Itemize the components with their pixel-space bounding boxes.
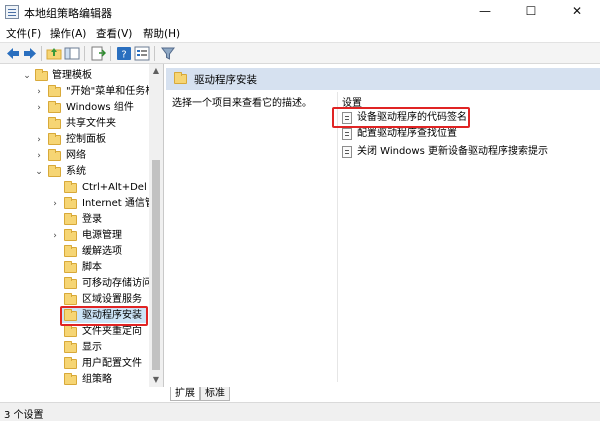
tree-item-admin-templates[interactable]: ⌄ 管理模板 bbox=[0, 68, 150, 84]
tree-item-internet-comm[interactable]: › Internet 通信管理 bbox=[0, 196, 163, 212]
folder-icon bbox=[48, 165, 61, 177]
view-tabs: 扩展 标准 bbox=[166, 387, 600, 402]
toolbar-separator bbox=[110, 46, 111, 61]
tree-item-logon[interactable]: 登录 bbox=[0, 212, 150, 228]
tab-extended[interactable]: 扩展 bbox=[170, 387, 200, 401]
setting-row[interactable]: 配置驱动程序查找位置 bbox=[342, 126, 592, 142]
close-button[interactable]: ✕ bbox=[554, 0, 600, 24]
details-header-title: 驱动程序安装 bbox=[194, 74, 257, 86]
tree-item-control-panel[interactable]: › 控制面板 bbox=[0, 132, 150, 148]
window-title: 本地组策略编辑器 bbox=[24, 7, 112, 20]
folder-icon bbox=[174, 72, 187, 84]
status-bar: 3 个设置 bbox=[0, 402, 600, 421]
tree-item-ctrl-alt-del[interactable]: Ctrl+Alt+Del 选项 bbox=[0, 180, 163, 196]
title-bar: 本地组策略编辑器 — ☐ ✕ bbox=[0, 0, 600, 24]
setting-row[interactable]: 关闭 Windows 更新设备驱动程序搜索提示 bbox=[342, 144, 592, 160]
folder-icon bbox=[48, 149, 61, 161]
up-folder-icon[interactable] bbox=[46, 46, 62, 61]
properties-icon[interactable] bbox=[134, 46, 150, 61]
tree-item-folder-redirection[interactable]: 文件夹重定向 bbox=[0, 324, 150, 340]
filter-icon[interactable] bbox=[160, 46, 176, 61]
back-icon[interactable] bbox=[5, 46, 21, 61]
folder-icon bbox=[64, 325, 77, 337]
menu-help[interactable]: 帮助(H) bbox=[143, 26, 180, 41]
menu-bar: 文件(F) 操作(A) 查看(V) 帮助(H) bbox=[0, 24, 600, 42]
scroll-up-arrow-icon[interactable]: ▲ bbox=[149, 64, 163, 78]
maximize-button[interactable]: ☐ bbox=[508, 0, 554, 24]
show-hide-tree-icon[interactable] bbox=[64, 46, 80, 61]
folder-icon bbox=[64, 357, 77, 369]
folder-icon bbox=[35, 69, 48, 81]
scroll-down-arrow-icon[interactable]: ▼ bbox=[149, 373, 163, 387]
toolbar-separator bbox=[154, 46, 155, 61]
folder-icon bbox=[64, 277, 77, 289]
pane-divider bbox=[337, 92, 338, 382]
folder-icon bbox=[64, 373, 77, 385]
folder-icon bbox=[48, 85, 61, 97]
tree-item-start-menu[interactable]: › "开始"菜单和任务栏 bbox=[0, 84, 155, 100]
help-icon[interactable]: ? bbox=[116, 46, 132, 61]
folder-icon bbox=[64, 197, 77, 209]
folder-icon bbox=[48, 101, 61, 113]
tree-pane: ⌄ 管理模板 › "开始"菜单和任务栏 › Windows 组件 共享文件夹 ›… bbox=[0, 64, 164, 387]
toolbar-separator bbox=[84, 46, 85, 61]
policy-setting-icon bbox=[342, 128, 352, 140]
tree-item-power[interactable]: › 电源管理 bbox=[0, 228, 150, 244]
tree-item-user-profiles[interactable]: 用户配置文件 bbox=[0, 356, 150, 372]
forward-icon[interactable] bbox=[22, 46, 38, 61]
tree-item-network[interactable]: › 网络 bbox=[0, 148, 150, 164]
details-pane: 驱动程序安装 选择一个项目来查看它的描述。 设置 设备驱动程序的代码签名 配置驱… bbox=[166, 64, 600, 387]
details-header: 驱动程序安装 bbox=[166, 68, 600, 90]
scroll-thumb[interactable] bbox=[152, 160, 160, 370]
tree-item-removable-storage[interactable]: 可移动存储访问 bbox=[0, 276, 152, 292]
export-list-icon[interactable] bbox=[90, 46, 106, 61]
folder-icon bbox=[64, 293, 77, 305]
toolbar-separator bbox=[41, 46, 42, 61]
tree-item-group-policy[interactable]: 组策略 bbox=[0, 372, 150, 387]
folder-icon bbox=[48, 133, 61, 145]
tree-highlight-box bbox=[60, 306, 148, 326]
app-icon bbox=[5, 5, 19, 19]
tree-item-windows-components[interactable]: › Windows 组件 bbox=[0, 100, 150, 116]
tab-standard[interactable]: 标准 bbox=[200, 387, 230, 401]
tree-item-shared-folders[interactable]: 共享文件夹 bbox=[0, 116, 150, 132]
toolbar: ? bbox=[0, 42, 600, 64]
setting-highlight-box bbox=[332, 107, 470, 128]
menu-action[interactable]: 操作(A) bbox=[50, 26, 86, 41]
folder-icon bbox=[64, 229, 77, 241]
folder-icon bbox=[64, 245, 77, 257]
minimize-button[interactable]: — bbox=[462, 0, 508, 24]
status-text: 3 个设置 bbox=[4, 410, 44, 421]
folder-icon bbox=[64, 213, 77, 225]
tree-item-display[interactable]: 显示 bbox=[0, 340, 150, 356]
policy-setting-icon bbox=[342, 146, 352, 158]
tree-item-mitigation[interactable]: 缓解选项 bbox=[0, 244, 150, 260]
tree-item-scripts[interactable]: 脚本 bbox=[0, 260, 150, 276]
tree-item-system[interactable]: ⌄ 系统 bbox=[0, 164, 150, 180]
folder-icon bbox=[48, 117, 61, 129]
folder-icon bbox=[64, 261, 77, 273]
menu-file[interactable]: 文件(F) bbox=[6, 26, 41, 41]
folder-icon bbox=[64, 341, 77, 353]
menu-view[interactable]: 查看(V) bbox=[96, 26, 132, 41]
svg-text:?: ? bbox=[121, 50, 126, 61]
folder-icon bbox=[64, 181, 77, 193]
tree-scrollbar[interactable]: ▲ ▼ bbox=[149, 64, 163, 387]
description-text: 选择一个项目来查看它的描述。 bbox=[172, 98, 312, 109]
